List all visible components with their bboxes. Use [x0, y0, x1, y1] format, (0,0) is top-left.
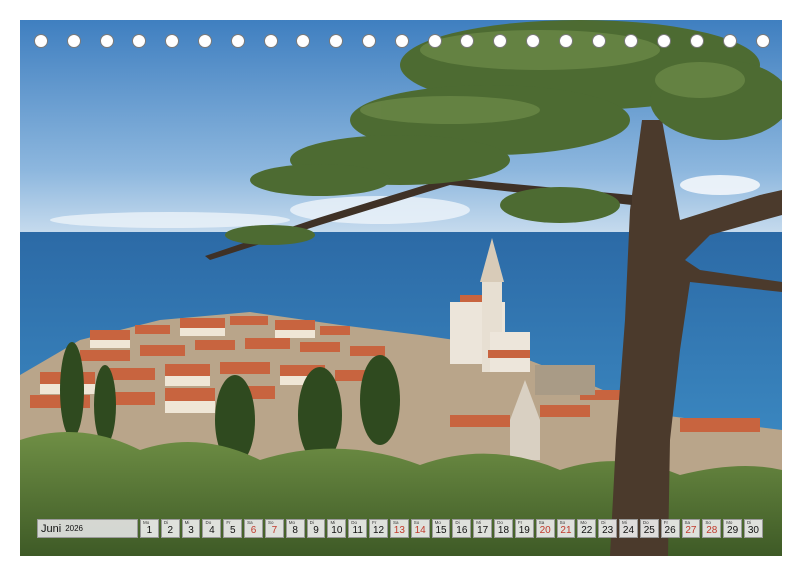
day-cell: Mo 15	[431, 519, 451, 538]
binding-hole	[198, 34, 212, 48]
day-number: 19	[518, 525, 530, 536]
day-cell: So 28	[702, 519, 722, 538]
day-number: 14	[414, 525, 426, 536]
day-number: 15	[435, 525, 447, 536]
day-cell: Mi 17	[473, 519, 493, 538]
day-cell: So 14	[410, 519, 430, 538]
binding-hole	[99, 34, 114, 48]
day-number: 30	[747, 525, 759, 536]
day-cell: So 7	[264, 519, 284, 538]
day-number: 2	[167, 525, 174, 536]
binding-holes	[20, 34, 782, 50]
binding-hole	[394, 34, 409, 48]
day-cell: Do 4	[202, 519, 222, 538]
binding-hole	[263, 34, 278, 48]
day-cell: Sa 13	[389, 519, 409, 538]
day-cell: Sa 27	[681, 519, 701, 538]
day-number: 9	[313, 525, 319, 536]
photo-illustration	[20, 20, 782, 556]
day-number: 29	[727, 525, 739, 536]
binding-hole	[427, 34, 442, 48]
month-label-cell: Juni 2026	[37, 519, 138, 538]
day-cell: Di 30	[744, 519, 763, 538]
day-number: 13	[393, 525, 405, 536]
day-number: 17	[477, 525, 489, 536]
binding-hole	[132, 34, 147, 48]
day-cell: Fr 19	[514, 519, 534, 538]
day-cell: Di 2	[160, 519, 180, 538]
binding-hole	[624, 34, 639, 48]
day-number: 12	[372, 525, 385, 536]
binding-hole	[591, 34, 606, 48]
binding-hole	[657, 34, 672, 48]
day-cell: Mo 1	[140, 519, 159, 538]
day-cell: Fr 26	[660, 519, 680, 538]
day-number: 6	[250, 525, 257, 536]
day-cell: Mo 29	[723, 519, 743, 538]
day-cell: Fr 12	[369, 519, 388, 538]
binding-hole	[460, 34, 475, 48]
calendar-page: Juni 2026 Mo 1 Di 2 Mi 3 Do 4 Fr 5 Sa 6 So 7 Mo 8 Di 9 Mi 1…	[0, 0, 800, 575]
binding-hole	[558, 34, 573, 48]
day-number: 11	[352, 525, 363, 536]
month-name: Juni	[41, 522, 62, 535]
day-cell: Sa 20	[535, 519, 555, 538]
day-number: 20	[539, 525, 551, 536]
day-cell: Di 9	[306, 519, 326, 538]
day-number: 3	[188, 525, 194, 536]
cloud	[50, 212, 290, 228]
binding-hole	[526, 34, 540, 48]
day-number: 25	[643, 525, 655, 536]
day-cell: Do 18	[494, 519, 513, 538]
coastal-town-photo	[20, 20, 782, 556]
day-cell: Mo 22	[577, 519, 597, 538]
day-number: 26	[664, 525, 676, 536]
day-cell: Mi 3	[181, 519, 201, 538]
day-cell: Sa 6	[244, 519, 263, 538]
day-number: 7	[271, 525, 278, 536]
day-cell: Mo 8	[285, 519, 305, 538]
day-number: 1	[146, 525, 153, 536]
day-number: 28	[706, 525, 718, 536]
day-number: 18	[497, 525, 510, 536]
binding-hole	[329, 34, 344, 48]
day-number: 4	[209, 525, 215, 536]
day-cell: Mi 10	[327, 519, 347, 538]
month-year: 2026	[65, 524, 83, 533]
binding-hole	[165, 34, 180, 48]
day-cell: Di 16	[452, 519, 472, 538]
day-number: 27	[685, 525, 697, 536]
binding-hole	[493, 34, 508, 48]
binding-hole	[230, 34, 245, 48]
day-cell: So 21	[556, 519, 576, 538]
binding-hole	[690, 34, 704, 48]
binding-hole	[755, 34, 770, 48]
binding-hole	[34, 34, 48, 48]
day-number: 24	[622, 525, 635, 536]
binding-hole	[296, 34, 311, 48]
day-cell: Fr 5	[223, 519, 243, 538]
day-number: 5	[229, 525, 236, 536]
binding-hole	[722, 34, 737, 48]
day-cell: Do 25	[639, 519, 659, 538]
day-number: 10	[331, 525, 343, 536]
binding-hole	[362, 34, 376, 48]
day-number: 22	[581, 525, 593, 536]
cloud	[680, 175, 760, 195]
day-number: 8	[292, 525, 298, 536]
day-number: 23	[602, 525, 614, 536]
day-cell: Do 11	[348, 519, 368, 538]
day-number: 21	[560, 525, 572, 536]
day-cell: Di 23	[598, 519, 618, 538]
day-cell: Mi 24	[619, 519, 638, 538]
binding-hole	[66, 34, 81, 48]
calendar-strip: Juni 2026 Mo 1 Di 2 Mi 3 Do 4 Fr 5 Sa 6 So 7 Mo 8 Di 9 Mi 1…	[37, 519, 763, 538]
day-number: 16	[456, 525, 468, 536]
